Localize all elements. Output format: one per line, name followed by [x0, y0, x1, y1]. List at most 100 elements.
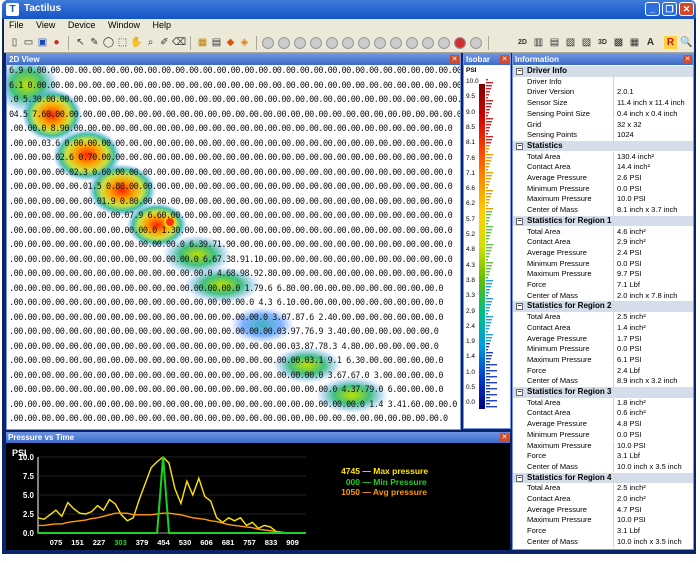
collapse-icon[interactable]: − [516, 142, 523, 150]
histogram-bar [486, 289, 490, 291]
info-value: 2.6 PSI [617, 173, 642, 182]
info-key: Contact Area [527, 237, 571, 247]
info-key: Contact Area [527, 494, 571, 503]
pen-icon[interactable]: ✎ [88, 36, 101, 49]
pvt-close-icon[interactable]: ✕ [500, 433, 509, 442]
histogram-bar [486, 331, 488, 333]
pvt-title: Pressure vs Time [6, 432, 510, 443]
export-icon[interactable]: ▦ [628, 36, 641, 49]
playback-stop-icon[interactable] [310, 37, 322, 49]
collapse-icon[interactable]: − [516, 389, 523, 396]
map-view-icon[interactable]: ▤ [210, 36, 223, 49]
isobar-close-icon[interactable]: ✕ [500, 55, 509, 64]
histogram-bar [486, 343, 490, 345]
title-bar[interactable]: T Tactilus _ ❐ ✕ [2, 0, 696, 19]
help-icon[interactable]: 🔍 [680, 36, 693, 49]
view-2d-icon[interactable]: 2D [516, 36, 529, 49]
table-icon[interactable]: ▤ [548, 36, 561, 49]
playback-pause-icon[interactable] [326, 37, 338, 49]
playback-settings-icon[interactable] [470, 37, 482, 49]
info-value: 1024 [617, 130, 634, 140]
playback-first-icon[interactable] [262, 37, 274, 49]
histogram-bar [486, 133, 488, 135]
print-icon[interactable]: ▩ [612, 36, 625, 49]
zoom-icon[interactable]: ⌕ [144, 36, 157, 49]
isobar-gradient [479, 84, 485, 409]
menu-help[interactable]: Help [147, 19, 176, 31]
minimize-button[interactable]: _ [645, 2, 660, 16]
section-label: Statistics [527, 140, 563, 150]
view-2d-close-icon[interactable]: ✕ [450, 55, 459, 64]
playback-loop-icon[interactable] [406, 37, 418, 49]
contour-icon[interactable]: ◈ [238, 36, 251, 49]
close-button[interactable]: ✕ [679, 2, 694, 16]
maximize-button[interactable]: ❐ [662, 2, 677, 16]
report-icon[interactable]: ▧ [564, 36, 577, 49]
menu-view[interactable]: View [31, 19, 60, 31]
collapse-icon[interactable]: − [516, 303, 523, 311]
pointer-icon[interactable]: ↖ [74, 36, 87, 49]
histogram-bar [486, 361, 490, 363]
info-section-header[interactable]: − Statistics [513, 140, 693, 152]
view-3d-icon[interactable]: 3D [596, 36, 609, 49]
eraser-icon[interactable]: ⌫ [172, 36, 186, 49]
new-icon[interactable]: ▯ [8, 36, 21, 49]
collapse-icon[interactable]: − [516, 217, 523, 225]
info-row: Contact Area 0.6 inch² [513, 408, 693, 419]
rect-select-icon[interactable]: ⬚ [116, 36, 129, 49]
histogram-bar [486, 148, 489, 150]
info-section-header[interactable]: − Statistics for Region 2 [513, 301, 693, 312]
stats-icon[interactable]: ▨ [580, 36, 593, 49]
playback-next-icon[interactable] [374, 37, 386, 49]
histogram-bar [486, 244, 493, 246]
reset-icon[interactable]: R [664, 36, 677, 49]
playback-forward-icon[interactable] [358, 37, 370, 49]
histogram-bar [486, 310, 489, 312]
histogram-bar [486, 121, 492, 123]
info-key: Sensing Points [527, 130, 578, 140]
menu-device[interactable]: Device [63, 19, 101, 31]
collapse-icon[interactable]: − [516, 474, 523, 482]
stop-icon[interactable]: ● [50, 36, 63, 49]
save-icon[interactable]: ▣ [36, 36, 49, 49]
isobar-tick: 0.5 [466, 384, 476, 391]
info-value: 0.0 PSI [617, 344, 642, 354]
info-row: Total Area 4.6 inch² [513, 226, 693, 237]
info-section-header[interactable]: − Statistics for Region 4 [513, 472, 693, 484]
histogram-bar [486, 139, 492, 141]
histogram-bar [486, 376, 497, 378]
playback-play-icon[interactable] [342, 37, 354, 49]
ellipse-icon[interactable]: ◯ [102, 36, 115, 49]
info-section-header[interactable]: − Statistics for Region 3 [513, 387, 693, 398]
brush-icon[interactable]: ✐ [158, 36, 171, 49]
histogram-bar [486, 79, 488, 81]
menu-file[interactable]: File [4, 19, 29, 31]
collapse-icon[interactable]: − [516, 68, 523, 75]
grid-icon[interactable]: ▦ [196, 36, 209, 49]
playback-speed-icon[interactable] [422, 37, 434, 49]
info-value: 1.8 inch² [617, 397, 646, 407]
pan-icon[interactable]: ✋ [130, 36, 143, 49]
info-value: 0.0 PSI [617, 183, 642, 193]
view-2d-panel[interactable]: 2D View ✕ 6.9 0.00.00.00.00.00.00.00.00.… [6, 53, 461, 430]
menu-window[interactable]: Window [103, 19, 145, 31]
histogram-bar [486, 205, 488, 207]
record-icon[interactable] [454, 37, 466, 49]
info-value: 2.5 inch² [617, 483, 646, 493]
x-tick-label: 151 [71, 538, 84, 547]
legend-item: 1050 — Avg pressure [334, 487, 427, 497]
open-icon[interactable]: ▭ [22, 36, 35, 49]
color-view-icon[interactable]: ◆ [224, 36, 237, 49]
isobar-tick: 0.0 [466, 399, 476, 407]
chart-icon[interactable]: ▥ [532, 36, 545, 49]
info-value: 2.0.1 [617, 87, 634, 97]
playback-prev-icon[interactable] [278, 37, 290, 49]
histogram-bar [486, 268, 491, 270]
information-close-icon[interactable]: ✕ [683, 55, 692, 64]
playback-mark-icon[interactable] [438, 37, 450, 49]
info-section-header[interactable]: − Driver Info [513, 66, 693, 77]
playback-last-icon[interactable] [390, 37, 402, 49]
playback-rewind-icon[interactable] [294, 37, 306, 49]
annotate-icon[interactable]: A [644, 36, 657, 49]
info-section-header[interactable]: − Statistics for Region 1 [513, 215, 693, 227]
